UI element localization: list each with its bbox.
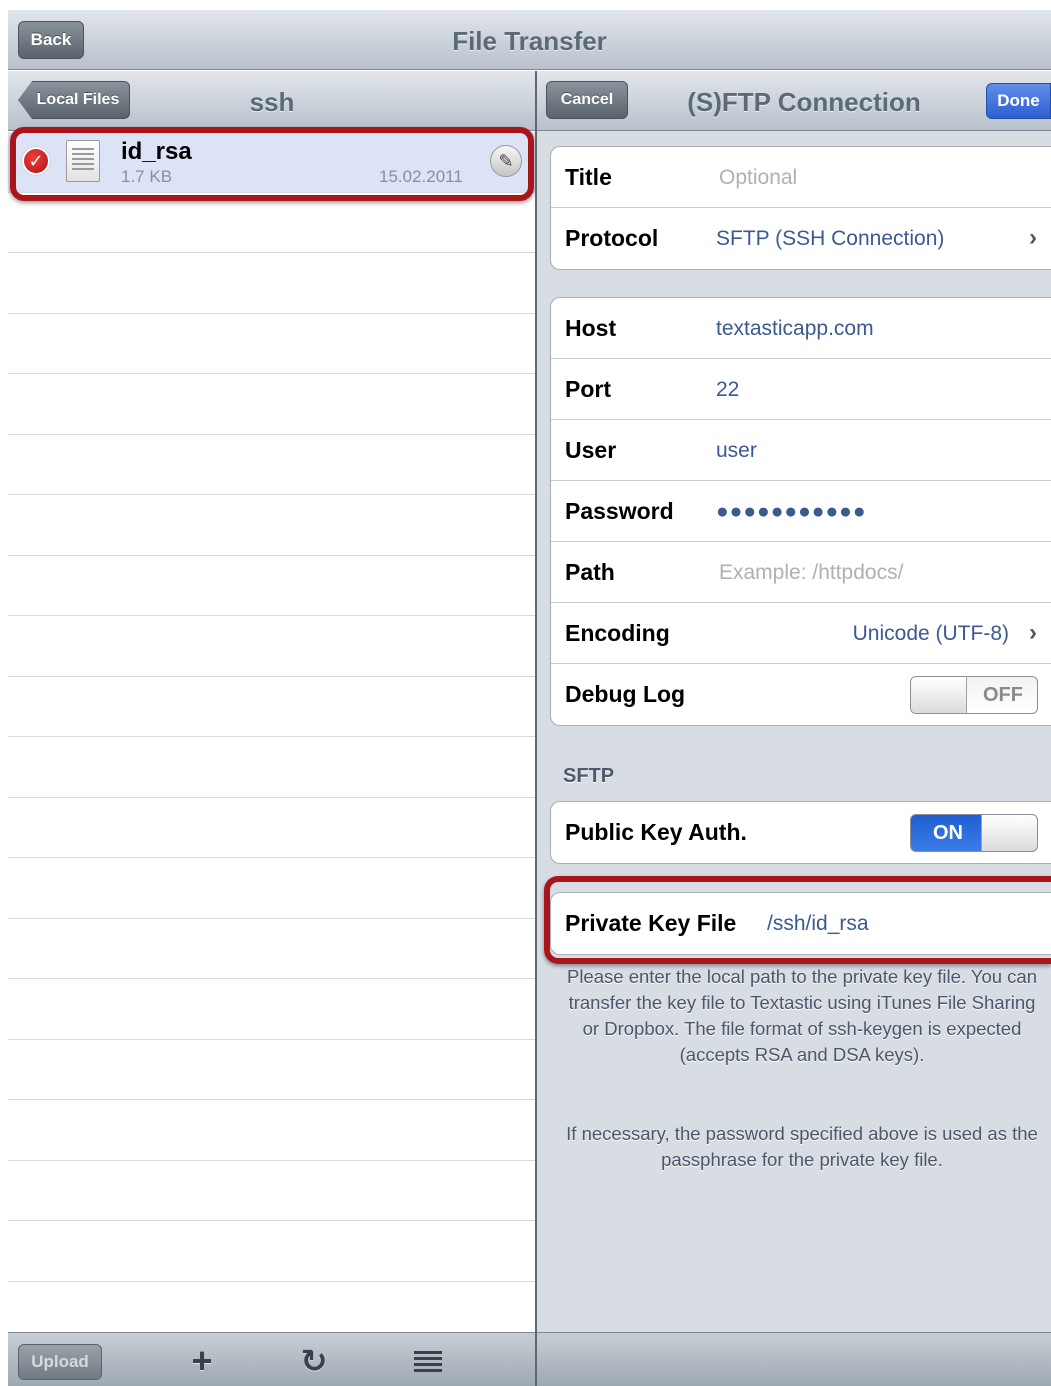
pubkey-auth-label: Public Key Auth. — [565, 819, 747, 845]
pubkey-auth-toggle[interactable]: ON — [910, 814, 1038, 852]
connection-title: (S)FTP Connection — [687, 87, 921, 117]
user-input[interactable]: user — [716, 439, 757, 463]
user-label: User — [565, 437, 617, 463]
encoding-value: Unicode (UTF-8) — [852, 622, 1009, 645]
title-label: Title — [565, 164, 612, 190]
encoding-cell[interactable]: Encoding Unicode (UTF-8) › — [551, 603, 1051, 664]
pubkey-auth-cell: Public Key Auth. ON — [551, 802, 1051, 863]
title-input[interactable]: Optional — [719, 166, 797, 190]
list-icon[interactable] — [408, 1341, 448, 1381]
port-input[interactable]: 22 — [716, 378, 739, 402]
file-browser-toolbar: Upload + ↻ — [8, 1332, 536, 1386]
done-button[interactable]: Done — [986, 83, 1051, 119]
connection-settings-pane: Cancel (S)FTP Connection Done Title Opti… — [537, 71, 1051, 1386]
upload-button[interactable]: Upload — [18, 1344, 102, 1380]
chevron-right-icon: › — [1029, 224, 1037, 251]
path-cell[interactable]: Path Example: /httpdocs/ — [551, 542, 1051, 603]
connection-toolbar — [537, 1332, 1051, 1386]
port-label: Port — [565, 376, 611, 402]
user-cell[interactable]: User user — [551, 420, 1051, 481]
file-browser-navbar: Local Files ssh — [8, 71, 536, 131]
passphrase-help-text: If necessary, the password specified abo… — [566, 1123, 1038, 1170]
path-label: Path — [565, 559, 615, 585]
protocol-cell[interactable]: Protocol SFTP (SSH Connection) › — [551, 208, 1051, 269]
chevron-right-icon: › — [1029, 619, 1037, 646]
page-title: File Transfer — [452, 26, 607, 56]
private-key-help-text: Please enter the local path to the priva… — [566, 966, 1037, 1065]
highlight-annotation-file — [10, 127, 534, 201]
host-label: Host — [565, 315, 617, 341]
protocol-value: SFTP (SSH Connection) — [716, 227, 945, 250]
file-browser-pane: Local Files ssh — [8, 71, 536, 1386]
server-group: Host textasticapp.com Port 22 User user … — [550, 297, 1051, 726]
port-cell[interactable]: Port 22 — [551, 359, 1051, 420]
folder-title: ssh — [249, 87, 295, 117]
top-navigation-bar: Back File Transfer — [8, 10, 1051, 70]
password-label: Password — [565, 498, 674, 524]
toggle-state-on: ON — [933, 822, 963, 844]
path-input[interactable]: Example: /httpdocs/ — [719, 561, 903, 585]
plus-icon[interactable]: + — [182, 1340, 222, 1381]
debug-log-toggle[interactable]: OFF — [910, 676, 1038, 714]
password-cell[interactable]: Password ●●●●●●●●●●● — [551, 481, 1051, 542]
debug-log-cell: Debug Log OFF — [551, 664, 1051, 725]
host-cell[interactable]: Host textasticapp.com — [551, 298, 1051, 359]
debug-log-label: Debug Log — [565, 681, 686, 707]
protocol-label: Protocol — [565, 225, 659, 251]
title-cell[interactable]: Title Optional — [551, 147, 1051, 208]
password-input[interactable]: ●●●●●●●●●●● — [716, 500, 867, 524]
connection-navbar: Cancel (S)FTP Connection Done — [537, 71, 1051, 131]
general-group: Title Optional Protocol SFTP (SSH Connec… — [550, 146, 1051, 270]
toggle-state-off: OFF — [983, 684, 1023, 706]
highlight-annotation-keyfile — [544, 876, 1051, 964]
encoding-label: Encoding — [565, 620, 670, 646]
pubkey-group: Public Key Auth. ON — [550, 801, 1051, 864]
sftp-section-header: SFTP — [563, 765, 615, 787]
refresh-icon[interactable]: ↻ — [294, 1341, 334, 1381]
host-input[interactable]: textasticapp.com — [716, 317, 874, 341]
